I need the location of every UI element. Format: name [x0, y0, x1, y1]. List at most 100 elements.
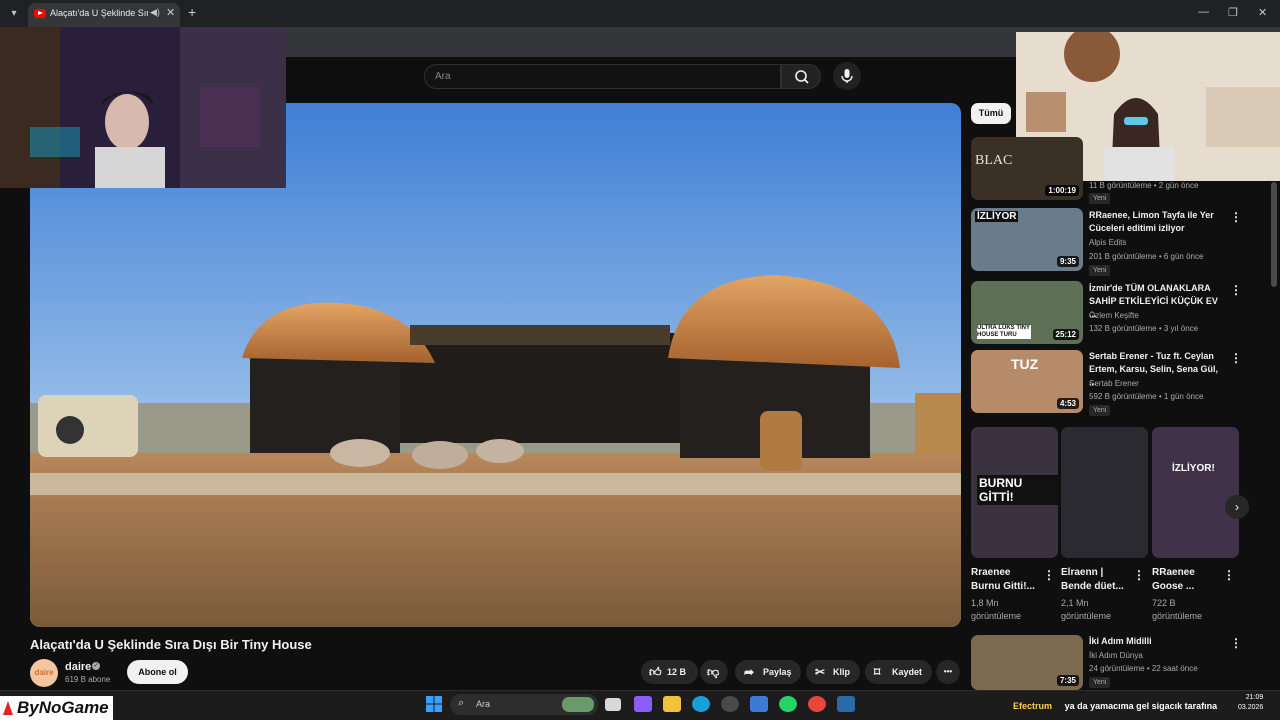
search-highlight-icon — [562, 697, 594, 712]
short-thumbnail[interactable]: İZLİYOR! — [1152, 427, 1239, 558]
brand-overlay: ByNoGame — [0, 696, 113, 720]
duration-badge: 7:35 — [1056, 675, 1079, 686]
browser-tab[interactable]: Alaçatı'da U Şeklinde Sıra D ◀) ✕ — [28, 3, 180, 27]
short-views: 2,1 Mn görüntüleme — [1061, 597, 1111, 623]
tab-title: Alaçatı'da U Şeklinde Sıra D — [50, 8, 148, 18]
short-views-count: 1,8 Mn — [971, 598, 999, 608]
short-views-label: görüntüleme — [1152, 611, 1203, 621]
edge-browser-icon[interactable] — [692, 696, 710, 712]
short-views: 722 B görüntüleme — [1152, 597, 1202, 623]
new-badge: Yeni — [1089, 405, 1111, 416]
share-button[interactable]: ➦ Paylaş — [735, 660, 801, 684]
recommendation-thumbnail[interactable]: 7:35 — [971, 635, 1083, 690]
new-badge: Yeni — [1089, 677, 1111, 688]
windows-start-icon[interactable] — [426, 696, 444, 712]
minimize-button[interactable]: — — [1198, 6, 1209, 18]
filter-chip-all[interactable]: Tümü — [971, 103, 1011, 124]
short-views: 1,8 Mn görüntüleme — [971, 597, 1021, 623]
like-button[interactable]: 👍︎ 12 B — [641, 660, 698, 684]
streamer-webcam-left — [0, 27, 286, 188]
channel-avatar[interactable]: daire — [30, 659, 58, 687]
more-options-icon[interactable]: ⋮ — [1223, 568, 1235, 582]
short-thumbnail[interactable] — [1061, 427, 1148, 558]
recommendation-channel[interactable]: Özlem Keşifte — [1089, 311, 1139, 320]
share-label: Paylaş — [763, 667, 792, 677]
search-button[interactable] — [781, 64, 821, 89]
duration-badge: 9:35 — [1056, 256, 1079, 267]
search-input[interactable]: Ara — [424, 64, 781, 89]
search-icon — [795, 70, 809, 84]
subscriber-count: 619 B abone — [65, 675, 111, 684]
sidebar-scrollbar[interactable] — [1271, 182, 1277, 287]
close-window-button[interactable]: ✕ — [1258, 6, 1267, 19]
dislike-button[interactable]: 👎︎ — [700, 660, 728, 684]
scissors-icon: ✂ — [815, 665, 826, 679]
tab-search-icon[interactable]: ▾ — [6, 6, 22, 22]
system-clock[interactable]: 21:09 03.2026 — [1238, 693, 1263, 713]
taskbar-search[interactable]: ⌕ Ara — [450, 694, 598, 715]
restore-button[interactable]: ❐ — [1228, 6, 1238, 19]
duration-badge: 25:12 — [1052, 329, 1079, 340]
app-icon[interactable] — [721, 696, 739, 712]
subscribe-button[interactable]: Abone ol — [127, 660, 188, 684]
clip-button[interactable]: ✂ Klip — [806, 660, 860, 684]
thumbs-up-icon: 👍︎ — [649, 665, 662, 679]
recommendation-thumbnail[interactable]: ULTRA LÜKS TINY HOUSE TURU 25:12 — [971, 281, 1083, 344]
more-actions-button[interactable]: ••• — [936, 660, 960, 684]
short-title-line: RRaenee — [1152, 567, 1195, 578]
recommendation-meta: 132 B görüntüleme • 3 yıl önce — [1089, 324, 1199, 333]
clock-date: 03.2026 — [1238, 704, 1264, 711]
short-title[interactable]: RRaenee Goose ... — [1152, 566, 1195, 594]
clip-label: Klip — [833, 667, 850, 677]
steam-icon[interactable] — [837, 696, 855, 712]
duration-badge: 1:00:19 — [1045, 185, 1079, 196]
short-thumbnail-text: BURNU GİTTİ! — [977, 475, 1058, 505]
channel-name[interactable]: daire — [65, 661, 91, 673]
thumbnail-text: ULTRA LÜKS TINY HOUSE TURU — [977, 325, 1031, 339]
short-title[interactable]: Elraenn | Bende düet... — [1061, 566, 1124, 594]
recommendation-meta: 201 B görüntüleme • 6 gün önce — [1089, 252, 1204, 261]
short-thumbnail[interactable]: BURNU GİTTİ! — [971, 427, 1058, 558]
short-title[interactable]: Rraenee Burnu Gitti!... — [971, 566, 1035, 594]
ticker-message: ya da yamacıma gel sigacık tarafına — [1064, 701, 1218, 711]
new-tab-button[interactable]: + — [188, 4, 196, 20]
thumbs-down-icon: 👎︎ — [707, 665, 720, 679]
file-explorer-icon[interactable] — [663, 696, 681, 712]
recommendation-thumbnail[interactable]: BLAC 1:00:19 — [971, 137, 1083, 200]
more-options-icon[interactable]: ⋮ — [1230, 636, 1242, 650]
whatsapp-icon[interactable] — [779, 696, 797, 712]
save-label: Kaydet — [892, 667, 923, 677]
tab-audio-icon[interactable]: ◀) — [150, 7, 160, 18]
short-title-line: Goose ... — [1152, 581, 1195, 592]
recommendation-channel[interactable]: Sertab Erener — [1089, 379, 1139, 388]
short-views-label: görüntüleme — [1061, 611, 1112, 621]
microsoft-store-icon[interactable] — [750, 696, 768, 712]
tab-close-icon[interactable]: ✕ — [166, 6, 175, 19]
recommendation-thumbnail[interactable]: İZLİYOR 9:35 — [971, 208, 1083, 271]
taskbar-search-icon: ⌕ — [458, 697, 465, 709]
more-options-icon[interactable]: ⋮ — [1230, 351, 1242, 365]
shorts-next-button[interactable]: › — [1225, 495, 1249, 519]
more-options-icon[interactable]: ⋮ — [1133, 568, 1145, 582]
more-options-icon[interactable]: ⋮ — [1043, 568, 1055, 582]
more-options-icon[interactable]: ⋮ — [1230, 283, 1242, 297]
recommendation-title[interactable]: RRaenee, Limon Tayfa ile Yer Cüceleri ed… — [1089, 209, 1227, 235]
more-options-icon[interactable]: ⋮ — [1230, 210, 1242, 224]
recommendation-channel[interactable]: İki Adım Dünya — [1089, 651, 1143, 660]
voice-search-button[interactable] — [833, 62, 861, 90]
save-button[interactable]: ⌑ Kaydet — [865, 660, 932, 684]
short-thumbnail-text: İZLİYOR! — [1172, 463, 1215, 474]
video-title: Alaçatı'da U Şeklinde Sıra Dışı Bir Tiny… — [30, 637, 312, 652]
copilot-icon[interactable] — [634, 696, 652, 712]
clock-time: 21:09 — [1245, 694, 1264, 701]
task-view-icon[interactable] — [605, 698, 621, 711]
recommendation-channel[interactable]: Alpis Edits — [1089, 238, 1126, 247]
windows-logo-icon — [426, 696, 442, 712]
short-title-line: Elraenn | — [1061, 567, 1104, 578]
webcam-left-image — [0, 27, 286, 188]
recommendation-title[interactable]: İki Adım Midilli — [1089, 635, 1227, 648]
like-count: 12 B — [667, 667, 687, 677]
short-views-label: görüntüleme — [971, 611, 1022, 621]
recommendation-thumbnail[interactable]: TUZ 4:53 — [971, 350, 1083, 413]
chrome-icon[interactable] — [808, 696, 826, 712]
